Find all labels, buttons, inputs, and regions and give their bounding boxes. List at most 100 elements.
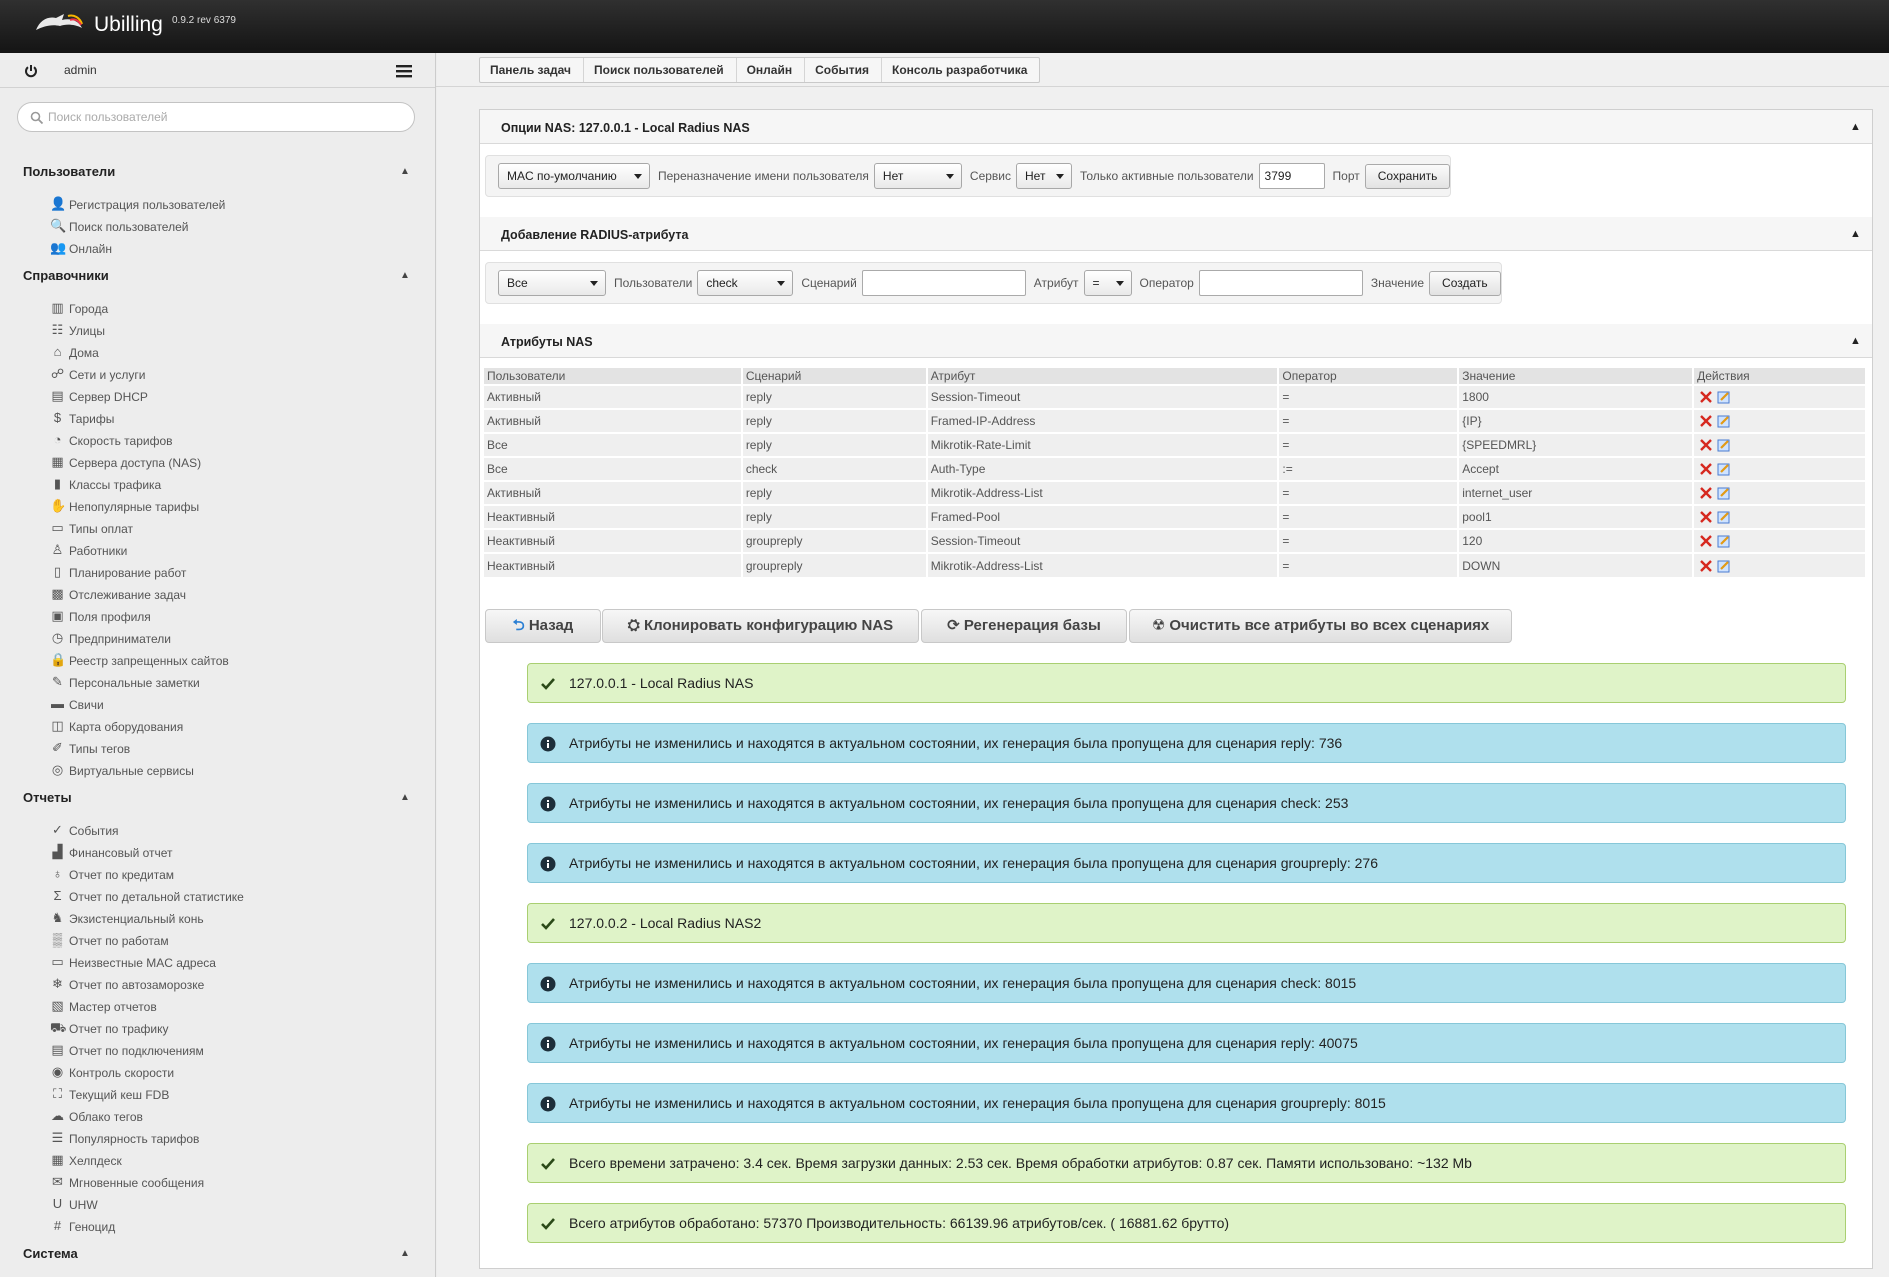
sidebar-item[interactable]: ☁ Облако тегов bbox=[0, 1106, 435, 1128]
edit-icon[interactable] bbox=[1717, 390, 1731, 404]
delete-icon[interactable] bbox=[1699, 510, 1713, 524]
sidebar-item[interactable]: ▩ Отслеживание задач bbox=[0, 584, 435, 606]
sidebar-item[interactable]: 👤 Регистрация пользователей bbox=[0, 194, 435, 216]
sidebar-item[interactable]: ▮ Классы трафика bbox=[0, 474, 435, 496]
menu-icon[interactable] bbox=[396, 64, 412, 78]
sidebar-item[interactable]: ◎ Виртуальные сервисы bbox=[0, 760, 435, 782]
delete-icon[interactable] bbox=[1699, 390, 1713, 404]
operator-select[interactable]: = bbox=[1083, 270, 1132, 296]
mac-select[interactable]: MAC по-умолчанию bbox=[498, 163, 650, 189]
delete-icon[interactable] bbox=[1699, 438, 1713, 452]
breadcrumb-item[interactable]: Онлайн bbox=[737, 58, 806, 82]
edit-icon[interactable] bbox=[1717, 559, 1731, 573]
sidebar-item[interactable]: ▭ Неизвестные MAC адреса bbox=[0, 952, 435, 974]
app-name[interactable]: Ubilling bbox=[94, 13, 163, 37]
sidebar-item[interactable]: ♙ Работники bbox=[0, 540, 435, 562]
sidebar-item[interactable]: ♞ Экзистенциальный конь bbox=[0, 908, 435, 930]
sidebar-section-header[interactable]: Пользователи ▲ bbox=[0, 158, 435, 186]
edit-icon[interactable] bbox=[1717, 414, 1731, 428]
sidebar-item[interactable]: 👥 Онлайн bbox=[0, 238, 435, 260]
clone-nas-button[interactable]: ⛭ Клонировать конфигурацию NAS bbox=[602, 609, 919, 643]
sidebar-item[interactable]: ⌂ Дома bbox=[0, 342, 435, 364]
edit-icon[interactable] bbox=[1717, 462, 1731, 476]
breadcrumb-item[interactable]: Панель задач bbox=[480, 58, 584, 82]
sidebar-item[interactable]: ▤ Сервер DHCP bbox=[0, 386, 435, 408]
sidebar-item[interactable]: ◔ Скорость тарифов bbox=[0, 430, 435, 452]
sidebar-item[interactable]: ♁ Отчет по кредитам bbox=[0, 864, 435, 886]
sidebar-item[interactable]: ▣ Поля профиля bbox=[0, 606, 435, 628]
regenerate-button[interactable]: ⟳ Регенерация базы bbox=[921, 609, 1127, 643]
collapse-icon[interactable]: ▲ bbox=[1850, 335, 1861, 347]
users-select[interactable]: Все bbox=[498, 270, 606, 296]
value-input[interactable] bbox=[1198, 270, 1363, 296]
sidebar-section-header[interactable]: Справочники ▲ bbox=[0, 262, 435, 290]
sidebar-item[interactable]: ▭ Типы оплат bbox=[0, 518, 435, 540]
sidebar-item[interactable]: ✓ События bbox=[0, 820, 435, 842]
add-attribute-header[interactable]: Добавление RADIUS-атрибута ▲ bbox=[480, 217, 1872, 251]
collapse-icon[interactable]: ▲ bbox=[400, 792, 410, 803]
sidebar-item[interactable]: ⛟ Отчет по трафику bbox=[0, 1018, 435, 1040]
edit-icon[interactable] bbox=[1717, 534, 1731, 548]
sidebar-item[interactable]: ✐ Типы тегов bbox=[0, 738, 435, 760]
sidebar-item[interactable]: # Геноцид bbox=[0, 1216, 435, 1238]
sidebar-item[interactable]: ☷ Улицы bbox=[0, 320, 435, 342]
sidebar-item[interactable]: ◷ Предприниматели bbox=[0, 628, 435, 650]
create-button[interactable]: Создать bbox=[1429, 270, 1501, 296]
sidebar-item[interactable]: $ Тарифы bbox=[0, 408, 435, 430]
sidebar-item[interactable]: ✎ Персональные заметки bbox=[0, 672, 435, 694]
save-button[interactable]: Сохранить bbox=[1364, 163, 1451, 189]
delete-icon[interactable] bbox=[1699, 462, 1713, 476]
sidebar-item[interactable]: ☰ Популярность тарифов bbox=[0, 1128, 435, 1150]
service-select[interactable]: Нет bbox=[1016, 163, 1072, 189]
clear-attributes-button[interactable]: ☢ Очистить все атрибуты во всех сценария… bbox=[1129, 609, 1512, 643]
collapse-icon[interactable]: ▲ bbox=[1850, 121, 1861, 133]
power-icon[interactable] bbox=[24, 64, 38, 78]
sidebar-item[interactable]: ▬ Свичи bbox=[0, 694, 435, 716]
sidebar-item[interactable]: ▒ Отчет по работам bbox=[0, 930, 435, 952]
breadcrumb-item[interactable]: Поиск пользователей bbox=[584, 58, 737, 82]
sidebar-item[interactable]: ◫ Карта оборудования bbox=[0, 716, 435, 738]
sidebar-item[interactable]: ▦ Сервера доступа (NAS) bbox=[0, 452, 435, 474]
sidebar-item[interactable]: ✋ Непопулярные тарифы bbox=[0, 496, 435, 518]
sidebar-item[interactable]: ◉ Контроль скорости bbox=[0, 1062, 435, 1084]
collapse-icon[interactable]: ▲ bbox=[1850, 228, 1861, 240]
delete-icon[interactable] bbox=[1699, 486, 1713, 500]
port-input[interactable]: 3799 bbox=[1258, 163, 1325, 189]
edit-icon[interactable] bbox=[1717, 486, 1731, 500]
collapse-icon[interactable]: ▲ bbox=[400, 166, 410, 177]
breadcrumb-item[interactable]: События bbox=[805, 58, 883, 82]
edit-icon[interactable] bbox=[1717, 510, 1731, 524]
sidebar-item[interactable]: ▤ Отчет по подключениям bbox=[0, 1040, 435, 1062]
sidebar-item[interactable]: U UHW bbox=[0, 1194, 435, 1216]
scenario-select[interactable]: check bbox=[697, 270, 794, 296]
sidebar-section-header[interactable]: Система ▲ bbox=[0, 1240, 435, 1268]
sidebar-item[interactable]: ✉ Мгновенные сообщения bbox=[0, 1172, 435, 1194]
sidebar-item[interactable]: ▟ Финансовый отчет bbox=[0, 842, 435, 864]
breadcrumb-item[interactable]: Консоль разработчика bbox=[882, 58, 1039, 82]
nas-options-header[interactable]: Опции NAS: 127.0.0.1 - Local Radius NAS … bbox=[480, 110, 1872, 144]
collapse-icon[interactable]: ▲ bbox=[400, 270, 410, 281]
sidebar-item[interactable]: ⛶ Текущий кеш FDB bbox=[0, 1084, 435, 1106]
sidebar-item[interactable]: ▦ Хелпдеск bbox=[0, 1150, 435, 1172]
user-search-input[interactable] bbox=[48, 110, 398, 124]
nas-attributes-header[interactable]: Атрибуты NAS ▲ bbox=[480, 324, 1872, 358]
sidebar-item[interactable]: ❄ Отчет по автозаморозке bbox=[0, 974, 435, 996]
sidebar-item[interactable]: Σ Отчет по детальной статистике bbox=[0, 886, 435, 908]
sidebar-item[interactable]: ▯ Планирование работ bbox=[0, 562, 435, 584]
back-button[interactable]: ⮌ Назад bbox=[485, 609, 601, 643]
sidebar-section-header[interactable]: Отчеты ▲ bbox=[0, 784, 435, 812]
attribute-input[interactable] bbox=[861, 270, 1026, 296]
rename-select[interactable]: Нет bbox=[873, 163, 962, 189]
sidebar-item[interactable]: 🔍 Поиск пользователей bbox=[0, 216, 435, 238]
delete-icon[interactable] bbox=[1699, 534, 1713, 548]
collapse-icon[interactable]: ▲ bbox=[400, 1248, 410, 1259]
delete-icon[interactable] bbox=[1699, 559, 1713, 573]
sidebar-item[interactable]: ☍ Сети и услуги bbox=[0, 364, 435, 386]
sidebar-item[interactable]: ▥ Города bbox=[0, 298, 435, 320]
delete-icon[interactable] bbox=[1699, 414, 1713, 428]
edit-icon[interactable] bbox=[1717, 438, 1731, 452]
sidebar-item[interactable]: ▧ Мастер отчетов bbox=[0, 996, 435, 1018]
sidebar-item[interactable]: 🔒 Реестр запрещенных сайтов bbox=[0, 650, 435, 672]
logo-icon[interactable] bbox=[34, 12, 84, 32]
message-text: 127.0.0.1 - Local Radius NAS bbox=[569, 675, 754, 691]
